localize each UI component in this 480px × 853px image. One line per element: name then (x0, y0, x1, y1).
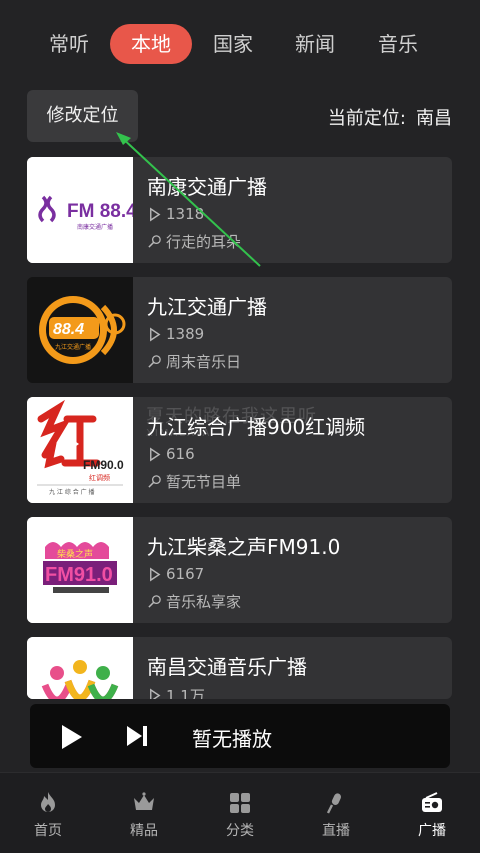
category-tabs: 常听 本地 国家 新闻 音乐 (0, 24, 480, 66)
station-logo: 柴桑之声 FM91.0 (27, 517, 133, 623)
nav-label: 分类 (226, 823, 254, 839)
current-location-city: 南昌 (416, 108, 452, 129)
station-logo: 88.4 九江交通广播 (27, 277, 133, 383)
mini-player[interactable]: 暂无播放 (30, 704, 450, 768)
tab-music[interactable]: 音乐 (363, 24, 433, 64)
station-name: 南昌交通音乐广播 (147, 655, 307, 679)
svg-text:九 江 综 合 广 播: 九 江 综 合 广 播 (49, 488, 95, 496)
play-count-value: 6167 (166, 565, 205, 583)
program: 暂无节目单 (147, 471, 241, 492)
svg-text:柴桑之声: 柴桑之声 (57, 548, 93, 560)
play-count: 1318 (147, 205, 204, 223)
station-logo: FM 88.4 南康交通广播 (27, 157, 133, 263)
tab-news[interactable]: 新闻 (280, 24, 350, 64)
svg-text:九江交通广播: 九江交通广播 (55, 343, 91, 351)
station-logo (27, 637, 133, 699)
nav-label: 广播 (418, 823, 446, 839)
nav-radio[interactable]: 广播 (384, 773, 480, 853)
skip-next-icon[interactable] (124, 723, 150, 749)
station-card[interactable]: 南昌交通音乐广播 1.1万 (27, 637, 452, 699)
svg-text:FM90.0: FM90.0 (83, 458, 124, 472)
program-name: 行走的耳朵 (166, 233, 242, 251)
play-count-value: 1318 (166, 205, 205, 223)
station-name: 九江柴桑之声FM91.0 (147, 535, 341, 559)
nav-label: 直播 (322, 823, 350, 839)
station-card[interactable]: 柴桑之声 FM91.0 九江柴桑之声FM91.0 6167 音乐私享家 (27, 517, 452, 623)
nav-category[interactable]: 分类 (192, 773, 288, 853)
play-count-icon (150, 447, 161, 461)
grid-icon (230, 793, 250, 813)
now-playing-title: 暂无播放 (192, 727, 272, 751)
program: 周末音乐日 (147, 351, 241, 372)
play-icon[interactable] (56, 722, 86, 752)
tab-local[interactable]: 本地 (110, 24, 192, 64)
program-name: 周末音乐日 (166, 353, 242, 371)
play-count: 6167 (147, 565, 204, 583)
watermark-text: 夏天的路在我这里听 (146, 406, 317, 427)
program: 行走的耳朵 (147, 231, 241, 252)
change-location-button[interactable]: 修改定位 (27, 90, 138, 142)
station-name: 南康交通广播 (147, 175, 267, 199)
svg-text:红调频: 红调频 (89, 473, 110, 482)
play-count-value: 1389 (166, 325, 205, 343)
tab-frequent[interactable]: 常听 (34, 24, 104, 64)
microphone-icon (148, 355, 161, 368)
svg-text:FM 88.4: FM 88.4 (67, 201, 133, 222)
play-count-value: 1.1万 (166, 687, 205, 699)
play-count-icon (150, 327, 161, 341)
crown-icon (134, 792, 154, 810)
watermark: 夏天的路在我这里听 XIMALAYA (146, 402, 317, 439)
program-name: 音乐私享家 (166, 593, 242, 611)
play-count-icon (150, 207, 161, 221)
station-logo: FM90.0 红调频 九 江 综 合 广 播 (27, 397, 133, 503)
svg-text:南康交通广播: 南康交通广播 (77, 223, 113, 231)
flame-icon (41, 792, 55, 812)
radio-icon (422, 792, 442, 812)
nav-label: 首页 (34, 823, 62, 839)
microphone-icon (326, 793, 342, 814)
tab-national[interactable]: 国家 (198, 24, 268, 64)
play-count-icon (150, 688, 161, 699)
nav-home[interactable]: 首页 (0, 773, 96, 853)
current-location: 当前定位: 南昌 (328, 104, 452, 130)
program: 音乐私享家 (147, 591, 241, 612)
microphone-icon (148, 475, 161, 488)
bottom-nav: 首页 精品 分类 直播 广播 (0, 772, 480, 853)
station-card[interactable]: 88.4 九江交通广播 九江交通广播 1389 周末音乐日 (27, 277, 452, 383)
nav-premium[interactable]: 精品 (96, 773, 192, 853)
current-location-label: 当前定位: (327, 108, 406, 129)
microphone-icon (148, 595, 161, 608)
svg-text:88.4: 88.4 (53, 321, 84, 338)
play-count-icon (150, 567, 161, 581)
nav-label: 精品 (130, 823, 158, 839)
play-count: 1389 (147, 325, 204, 343)
play-count-value: 616 (166, 445, 195, 463)
play-count: 1.1万 (147, 685, 205, 699)
svg-text:FM91.0: FM91.0 (45, 564, 113, 586)
play-count: 616 (147, 445, 195, 463)
station-name: 九江交通广播 (147, 295, 267, 319)
microphone-icon (148, 235, 161, 248)
watermark-brand: XIMALAYA (146, 428, 212, 439)
station-card[interactable]: FM 88.4 南康交通广播 南康交通广播 1318 行走的耳朵 (27, 157, 452, 263)
program-name: 暂无节目单 (166, 473, 242, 491)
nav-live[interactable]: 直播 (288, 773, 384, 853)
